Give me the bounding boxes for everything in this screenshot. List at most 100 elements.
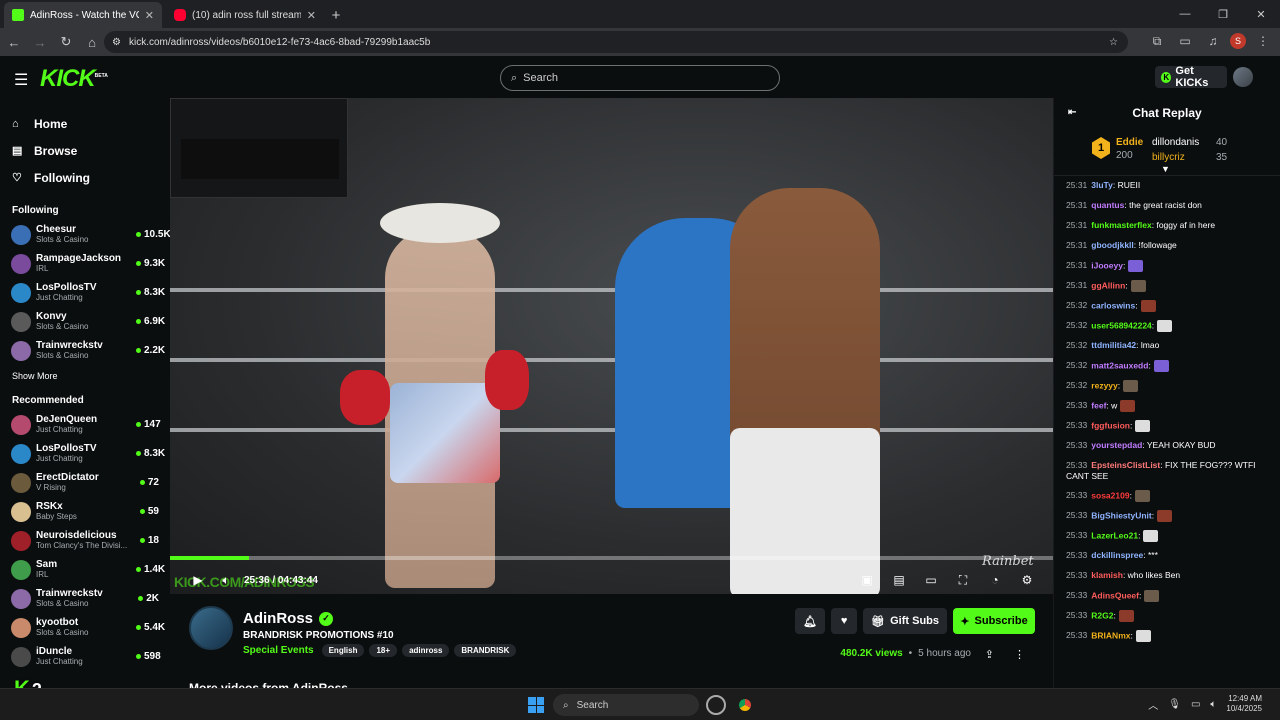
message-username[interactable]: user568942224 <box>1091 320 1152 330</box>
tag-chip[interactable]: BRANDRISK <box>454 644 517 657</box>
sidebar-item-browse[interactable]: ▤ Browse <box>0 137 170 164</box>
menu-kebab-icon[interactable]: ⋮ <box>1252 30 1274 52</box>
miniplayer-icon[interactable]: ▣ <box>853 566 881 594</box>
show-more-link[interactable]: Show More <box>0 371 170 381</box>
message-username[interactable]: AdinsQueef <box>1091 590 1139 600</box>
maximize-button[interactable]: ❐ <box>1204 0 1242 28</box>
message-username[interactable]: sosa2109 <box>1091 490 1129 500</box>
channel-row[interactable]: ErectDictator V Rising 72 <box>0 468 170 497</box>
message-username[interactable]: LazerLeo21 <box>1091 530 1138 540</box>
microphone-icon[interactable]: 🎙︎ <box>1168 699 1181 710</box>
home-button[interactable]: ⌂ <box>80 30 104 54</box>
close-tab-icon[interactable]: ✕ <box>145 9 154 22</box>
close-tab-icon[interactable]: ✕ <box>307 9 316 22</box>
minimize-button[interactable]: — <box>1166 0 1204 28</box>
channel-row[interactable]: DeJenQueen Just Chatting 147 <box>0 410 170 439</box>
channel-row[interactable]: LosPollosTV Just Chatting 8.3K <box>0 278 170 307</box>
message-username[interactable]: iJooeyy <box>1091 260 1123 270</box>
expand-leaderboard-icon[interactable]: ▼ <box>1161 164 1170 174</box>
address-bar[interactable]: ⚙ kick.com/adinross/videos/b6010e12-fe73… <box>104 31 1128 53</box>
message-username[interactable]: EpsteinsClistList <box>1091 460 1160 470</box>
volume-tray-icon[interactable]: 🔈︎ <box>1210 699 1216 710</box>
channel-row[interactable]: Trainwreckstv Slots & Casino 2.2K <box>0 336 170 365</box>
tray-chevron-icon[interactable]: ︿ <box>1148 697 1158 712</box>
cast-icon[interactable]: ▭ <box>1174 30 1196 52</box>
app-icon[interactable] <box>706 695 726 715</box>
channel-row[interactable]: Trainwreckstv Slots & Casino 2K <box>0 584 170 613</box>
message-username[interactable]: rezyyy <box>1091 380 1117 390</box>
channel-row[interactable]: LosPollosTV Just Chatting 8.3K <box>0 439 170 468</box>
back-button[interactable]: ← <box>2 30 26 54</box>
message-username[interactable]: matt2sauxedd <box>1091 360 1148 370</box>
message-username[interactable]: R2G2 <box>1091 610 1113 620</box>
message-username[interactable]: feef <box>1091 400 1106 410</box>
tag-chip[interactable]: adinross <box>402 644 450 657</box>
category-link[interactable]: Special Events <box>243 645 314 656</box>
message-username[interactable]: dckillinspree <box>1091 550 1143 560</box>
hamburger-menu-icon[interactable]: ☰ <box>14 70 28 90</box>
profile-avatar[interactable]: S <box>1230 33 1246 49</box>
share-icon[interactable]: ⇪ <box>985 648 994 661</box>
clock[interactable]: 12:49 AM 10/4/2025 <box>1226 694 1262 715</box>
extensions-icon[interactable]: ⧉ <box>1146 30 1168 52</box>
more-options-icon[interactable]: ⋮ <box>1014 648 1025 661</box>
volume-icon[interactable]: 🔈︎ <box>212 566 240 594</box>
channel-avatar[interactable] <box>189 606 233 650</box>
channel-row[interactable]: RampageJackson IRL 9.3K <box>0 249 170 278</box>
reload-button[interactable]: ↻ <box>54 30 78 54</box>
bookmark-star-icon[interactable]: ☆ <box>1109 37 1118 48</box>
message-username[interactable]: BRIANmx <box>1091 630 1130 640</box>
tab-youtube[interactable]: (10) adin ross full stream live - Y ✕ <box>166 2 324 28</box>
channel-name[interactable]: AdinRoss <box>243 610 313 627</box>
message-username[interactable]: klamish <box>1091 570 1123 580</box>
theater-mode-icon[interactable]: ▭ <box>917 566 945 594</box>
message-username[interactable]: BigShiestyUnit <box>1091 510 1151 520</box>
get-kicks-button[interactable]: K Get KICKs <box>1155 65 1227 89</box>
channel-row[interactable]: iDuncle Just Chatting 598 <box>0 642 170 671</box>
progress-bar[interactable] <box>170 556 1053 560</box>
sidebar-item-home[interactable]: ⌂ Home <box>0 110 170 137</box>
gift-subs-button[interactable]: 🎁︎ Gift Subs <box>863 608 947 634</box>
network-icon[interactable]: ▭ <box>1191 699 1200 710</box>
notification-bell-button[interactable]: 🔔︎ <box>795 608 826 634</box>
tab-kick[interactable]: AdinRoss - Watch the VOD on K ✕ <box>4 2 162 28</box>
message-username[interactable]: ttdmilitia42 <box>1091 340 1136 350</box>
subscribe-button[interactable]: ✦ Subscribe <box>953 608 1035 634</box>
tag-chip[interactable]: 18+ <box>369 644 398 657</box>
message-username[interactable]: ggAllinn <box>1091 280 1125 290</box>
tag-chip[interactable]: English <box>321 644 365 657</box>
fullscreen-icon[interactable]: ⛶ <box>949 566 977 594</box>
message-username[interactable]: funkmasterflex <box>1091 220 1151 230</box>
sidebar-item-following[interactable]: ♡ Following <box>0 164 170 191</box>
message-username[interactable]: quantus <box>1091 200 1124 210</box>
clip-icon[interactable]: ▤ <box>885 566 913 594</box>
close-window-button[interactable]: ✕ <box>1242 0 1280 28</box>
play-icon[interactable]: ▶ <box>184 566 212 594</box>
chrome-icon[interactable] <box>735 695 755 715</box>
message-username[interactable]: gboodjkkll <box>1091 240 1134 250</box>
collapse-chat-icon[interactable]: ⇤ <box>1068 107 1076 118</box>
user-avatar[interactable] <box>1233 67 1253 87</box>
channel-row[interactable]: Konvy Slots & Casino 6.9K <box>0 307 170 336</box>
settings-gear-icon[interactable]: ⚙ <box>1013 566 1041 594</box>
kick-logo[interactable]: KICKBETA <box>40 65 108 93</box>
follow-heart-button[interactable]: ♥ <box>831 608 858 634</box>
taskbar-search[interactable]: ⌕ Search <box>553 694 699 716</box>
forward-button[interactable]: → <box>28 30 52 54</box>
message-username[interactable]: 3luTy <box>1091 180 1113 190</box>
channel-row[interactable]: RSKx Baby Steps 59 <box>0 497 170 526</box>
channel-row[interactable]: Neuroisdelicious Tom Clancy's The Divisi.… <box>0 526 170 555</box>
message-username[interactable]: carloswins <box>1091 300 1135 310</box>
windows-start-icon[interactable] <box>528 697 544 713</box>
site-info-icon[interactable]: ⚙ <box>112 37 121 48</box>
speed-icon[interactable]: ◔ <box>981 566 1009 594</box>
search-input[interactable]: ⌕ Search <box>500 65 780 91</box>
channel-row[interactable]: Cheesur Slots & Casino 10.5K <box>0 220 171 249</box>
message-username[interactable]: fggfusion <box>1091 420 1130 430</box>
media-icon[interactable]: ♫ <box>1202 30 1224 52</box>
channel-row[interactable]: kyootbot Slots & Casino 5.4K <box>0 613 170 642</box>
video-player[interactable]: Rainbet KICK.COM/ADINROSS ▶ 🔈︎ 25:36 / 0… <box>170 98 1053 594</box>
new-tab-button[interactable]: + <box>324 2 348 28</box>
message-username[interactable]: yourstepdad <box>1091 440 1142 450</box>
channel-row[interactable]: Sam IRL 1.4K <box>0 555 170 584</box>
